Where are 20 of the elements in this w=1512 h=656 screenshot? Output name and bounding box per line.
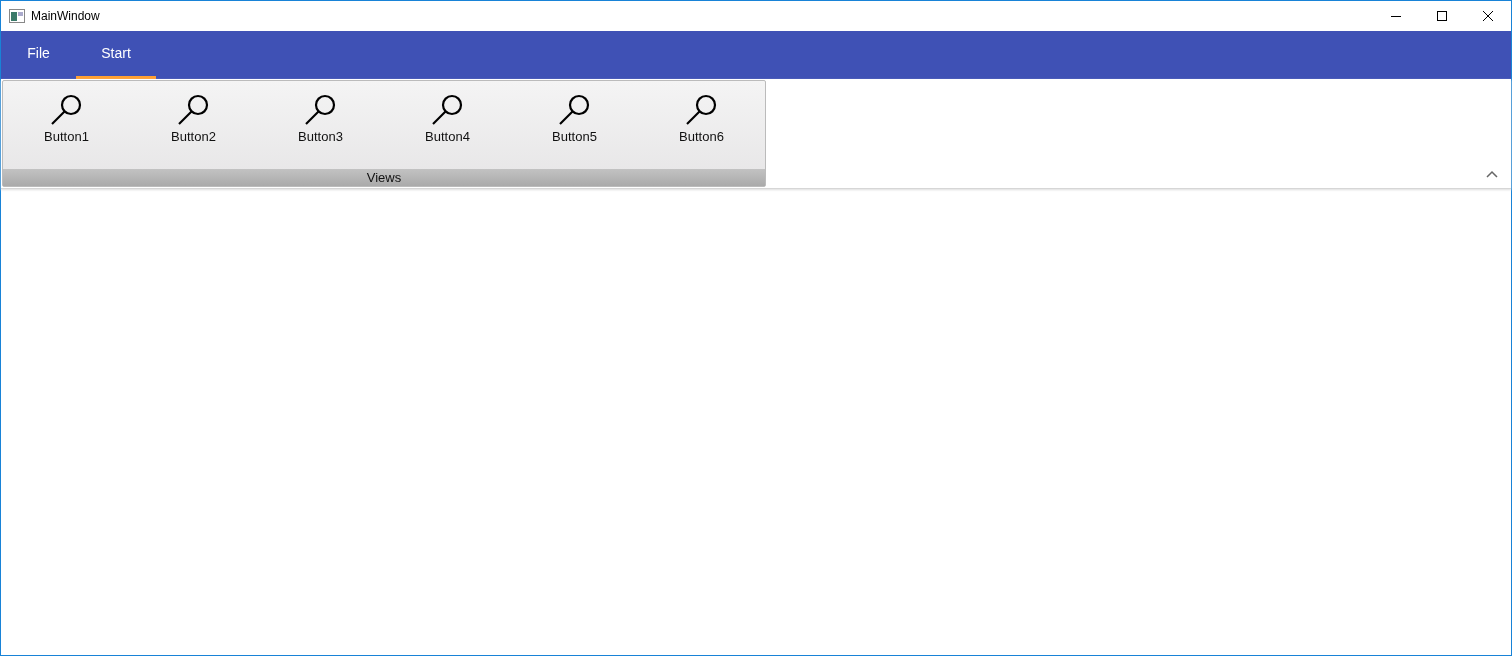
- search-icon: [557, 93, 592, 127]
- ribbon-tab[interactable]: File: [1, 31, 76, 79]
- ribbon-button[interactable]: Button1: [3, 93, 130, 151]
- collapse-ribbon-button[interactable]: [1485, 169, 1499, 179]
- search-icon: [303, 93, 338, 127]
- search-icon: [49, 93, 84, 127]
- group-label: Views: [3, 169, 765, 186]
- ribbon-button[interactable]: Button6: [638, 93, 765, 151]
- app-icon: [9, 9, 25, 23]
- ribbon-button[interactable]: Button2: [130, 93, 257, 151]
- search-icon: [430, 93, 465, 127]
- ribbon-button[interactable]: Button3: [257, 93, 384, 151]
- close-icon: [1483, 11, 1493, 21]
- window-title: MainWindow: [31, 8, 100, 25]
- ribbon-button[interactable]: Button4: [384, 93, 511, 151]
- maximize-icon: [1437, 11, 1447, 21]
- ribbon-button[interactable]: Button5: [511, 93, 638, 151]
- search-icon: [176, 93, 211, 127]
- search-icon: [684, 93, 719, 127]
- caret-icon: [1485, 169, 1499, 179]
